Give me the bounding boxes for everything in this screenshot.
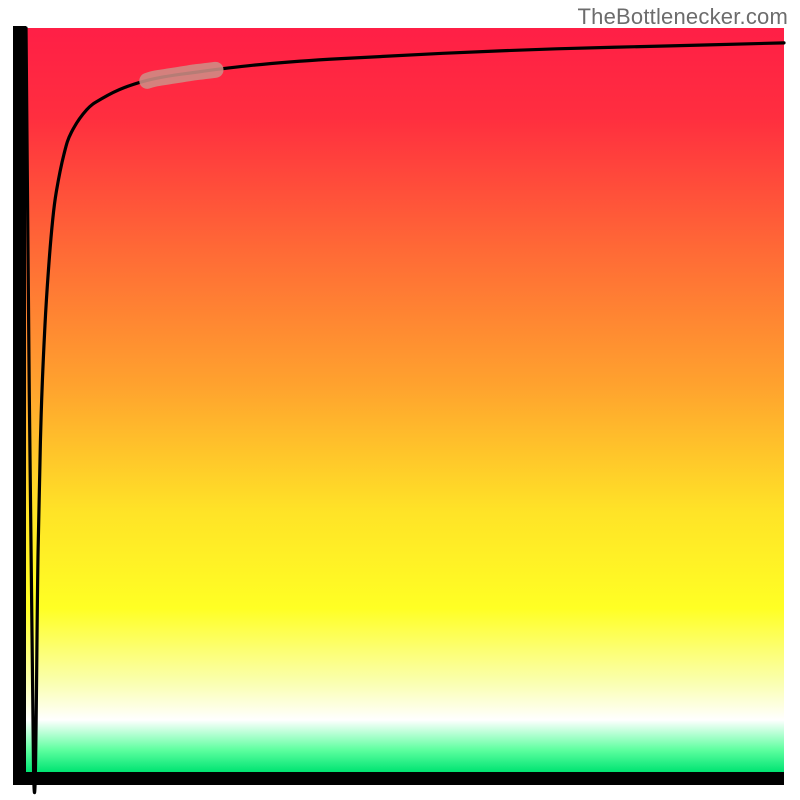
bottleneck-chart: [0, 0, 800, 800]
chart-canvas: TheBottlenecker.com: [0, 0, 800, 800]
plot-background-gradient: [26, 28, 784, 772]
